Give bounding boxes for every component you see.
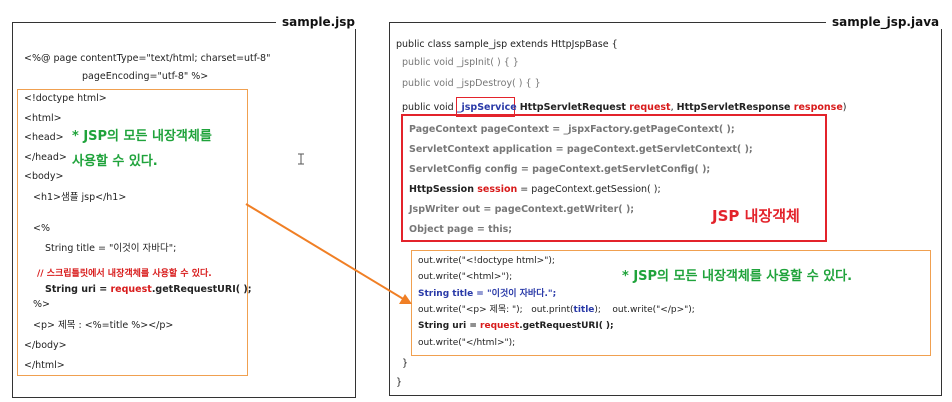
mapping-arrow (245, 203, 412, 304)
